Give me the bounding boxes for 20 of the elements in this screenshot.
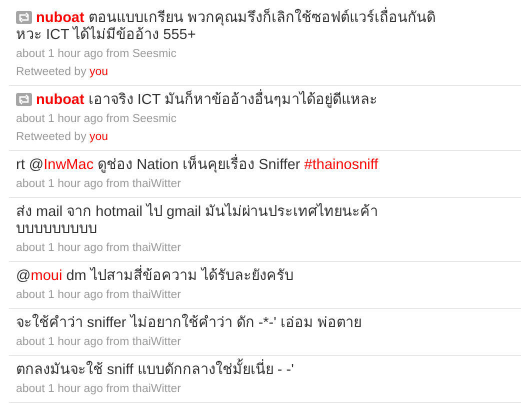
timestamp-source: about 1 hour ago from Seesmic — [16, 112, 176, 127]
tweet-text: จะใช้คำว่า sniffer ไม่อยากใช้คำว่า ดัก -*-' เอ่อม พ่อตาย — [16, 315, 362, 332]
timestamp-source: about 1 hour ago from thaiWitter — [16, 288, 181, 303]
retweeter-link[interactable]: you — [90, 64, 108, 80]
tweet-text: ส่ง mail จาก hotmail ไป gmail มันไม่ผ่านประเทศไทยนะค้าบบบบบบบบบ — [16, 204, 380, 238]
retweeted-label: Retweeted by — [16, 65, 86, 80]
tweet-link[interactable]: moui — [30, 268, 62, 284]
retweeted-label: Retweeted by — [16, 130, 86, 145]
tweet-link[interactable]: InwMac — [44, 157, 94, 173]
timestamp-source: about 1 hour ago from thaiWitter — [16, 335, 181, 350]
retweet-icon — [16, 93, 32, 106]
timestamp-source: about 1 hour ago from Seesmic — [16, 47, 176, 62]
retweet-icon — [16, 11, 32, 24]
username-link[interactable]: nuboat — [36, 10, 84, 26]
timestamp-source: about 1 hour ago from thaiWitter — [16, 382, 181, 397]
timestamp-source: about 1 hour ago from thaiWitter — [16, 177, 181, 192]
retweeter-link[interactable]: you — [90, 129, 108, 145]
username-link[interactable]: nuboat — [36, 92, 84, 108]
timestamp-source: about 1 hour ago from thaiWitter — [16, 241, 181, 256]
tweet-link[interactable]: #thainosniff — [304, 157, 378, 173]
